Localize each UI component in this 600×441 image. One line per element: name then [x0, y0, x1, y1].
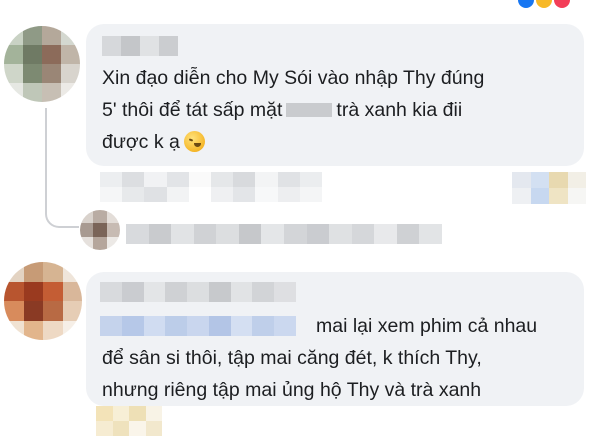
avatar-commenter-1[interactable] [4, 26, 80, 102]
comment-2-line-3: nhưng riêng tập mai ủng hộ Thy và trà xa… [102, 379, 482, 401]
comment-2-actions-blurred[interactable] [96, 406, 162, 436]
comment-2-line-2: để sân si thôi, tập mai căng đét, k thíc… [102, 347, 482, 369]
comment-bubble-1: Xin đạo diễn cho My Sói vào nhập Thy đún… [86, 24, 584, 166]
like-reaction-icon [518, 0, 534, 8]
comment-body-1: Xin đạo diễn cho My Sói vào nhập Thy đún… [102, 62, 484, 158]
haha-reaction-icon [536, 0, 552, 8]
comment-1-actions-blurred[interactable] [100, 172, 322, 202]
avatar-reply[interactable] [80, 210, 120, 250]
censored-word [286, 103, 333, 117]
commenter-name-1[interactable] [102, 36, 178, 56]
sneezing-face-icon [183, 131, 205, 152]
commenter-name-2[interactable] [100, 282, 296, 302]
comment-2-line-1: mai lại xem phim cả nhau [316, 315, 538, 337]
love-reaction-icon [554, 0, 570, 8]
comment-1-line-3: được k ạ [102, 126, 484, 158]
comment-bubble-2: mai lại xem phim cả nhau để sân si thôi,… [86, 272, 584, 406]
comment-body-2: mai lại xem phim cả nhau để sân si thôi,… [102, 310, 537, 406]
comment-1-line-2: 5' thôi để tát sấp mặt trà xanh kia đii [102, 99, 463, 121]
comment-1-reactions-blurred[interactable] [512, 172, 586, 204]
view-replies-blurred[interactable] [126, 224, 442, 244]
comment-1-line-1: Xin đạo diễn cho My Sói vào nhập Thy đún… [102, 67, 485, 89]
reply-thread-curve [45, 190, 79, 228]
previous-comment-actions [0, 0, 600, 12]
avatar-commenter-2[interactable] [4, 262, 82, 340]
